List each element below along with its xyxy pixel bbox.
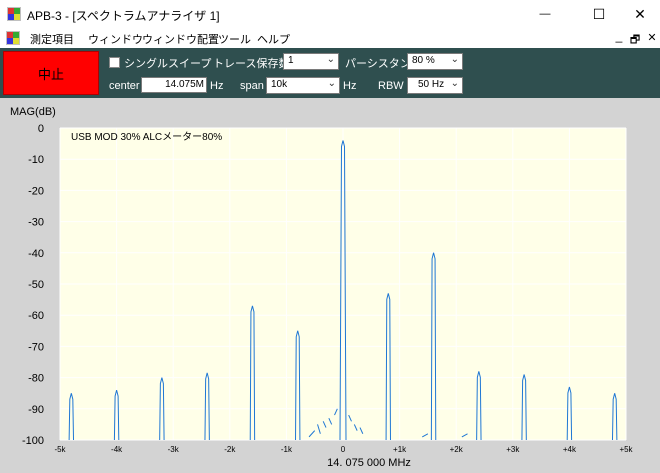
close-button[interactable]: ✕ bbox=[617, 0, 660, 28]
mdi-minimize-button[interactable]: _ bbox=[612, 29, 626, 43]
rbw-label: RBW bbox=[378, 80, 404, 92]
y-tick-label: -40 bbox=[28, 248, 44, 260]
annotation-text: USB MOD 30% ALCメーター80% bbox=[71, 131, 222, 143]
y-axis-label: MAG(dB) bbox=[10, 106, 56, 118]
close-icon: ✕ bbox=[634, 5, 646, 22]
child-window-icon[interactable] bbox=[6, 31, 20, 45]
y-tick-label: -50 bbox=[28, 279, 44, 291]
trace-count-value: 1 bbox=[288, 55, 294, 66]
spectrum-chart: 0 -10 -20 -30 -40 -50 -60 -70 -80 -90 -100 -5k -4k -3… bbox=[10, 106, 634, 469]
plot-region: 0 -10 -20 -30 -40 -50 -60 -70 -80 -90 -100 -5k -4k -3… bbox=[0, 98, 660, 473]
y-tick-label: -60 bbox=[28, 310, 44, 322]
x-tick-label: +1k bbox=[393, 445, 407, 454]
span-dropdown[interactable]: 10k ⌄ bbox=[266, 77, 340, 94]
x-tick-label: -1k bbox=[281, 445, 293, 454]
maximize-icon: ☐ bbox=[592, 5, 606, 22]
center-unit: Hz bbox=[210, 80, 224, 92]
stop-button[interactable]: 中止 bbox=[3, 51, 99, 95]
application-window: APB-3 - [スペクトラムアナライザ 1] — ☐ ✕ 測定項目 ウィンドウ… bbox=[0, 0, 660, 473]
title-bar[interactable]: APB-3 - [スペクトラムアナライザ 1] — ☐ ✕ bbox=[0, 0, 660, 28]
x-tick-label: -3k bbox=[168, 445, 180, 454]
menu-item-window[interactable]: ウィンドウ bbox=[88, 31, 143, 47]
menu-item-window-layout[interactable]: ウィンドウ配置 bbox=[142, 31, 219, 47]
minimize-button[interactable]: — bbox=[522, 0, 568, 28]
app-icon bbox=[7, 7, 21, 21]
menu-item-measure[interactable]: 測定項目 bbox=[30, 31, 74, 47]
y-tick-label: 0 bbox=[38, 123, 44, 135]
x-tick-label: +4k bbox=[563, 445, 577, 454]
rbw-dropdown[interactable]: 50 Hz ⌄ bbox=[407, 77, 463, 94]
menu-item-help[interactable]: ヘルプ bbox=[257, 31, 290, 47]
mdi-close-button[interactable]: ✕ bbox=[645, 31, 659, 44]
x-axis-label: 14. 075 000 MHz bbox=[327, 457, 411, 469]
y-tick-label: -20 bbox=[28, 185, 44, 197]
window-title: APB-3 - [スペクトラムアナライザ 1] bbox=[27, 9, 220, 23]
menu-item-tools[interactable]: ツール bbox=[218, 31, 251, 47]
persistence-value: 80 % bbox=[412, 55, 435, 66]
single-sweep-label: シングルスイープ bbox=[124, 58, 212, 70]
y-tick-label: -30 bbox=[28, 217, 44, 229]
y-tick-label: -100 bbox=[22, 435, 44, 447]
span-value: 10k bbox=[271, 79, 288, 90]
chevron-down-icon: ⌄ bbox=[450, 54, 459, 65]
y-tick-label: -70 bbox=[28, 341, 44, 353]
trace-count-label: トレース保存数 bbox=[213, 58, 290, 70]
x-tick-label: +3k bbox=[506, 445, 520, 454]
single-sweep-checkbox[interactable] bbox=[109, 57, 120, 68]
span-label: span bbox=[240, 80, 264, 92]
maximize-button[interactable]: ☐ bbox=[576, 0, 622, 28]
x-tick-label: -2k bbox=[224, 445, 236, 454]
rbw-value: 50 Hz bbox=[418, 79, 445, 90]
y-tick-label: -80 bbox=[28, 373, 44, 385]
persistence-dropdown[interactable]: 80 % ⌄ bbox=[407, 53, 463, 70]
minimize-icon: — bbox=[539, 8, 551, 20]
trace-count-dropdown[interactable]: 1 ⌄ bbox=[283, 53, 339, 70]
x-tick-label: +2k bbox=[450, 445, 464, 454]
x-tick-label: -5k bbox=[54, 445, 66, 454]
x-tick-label: -4k bbox=[111, 445, 123, 454]
center-label: center bbox=[109, 80, 140, 92]
span-unit: Hz bbox=[343, 80, 357, 92]
chevron-down-icon: ⌄ bbox=[327, 78, 336, 89]
center-frequency-input[interactable]: 14.075M bbox=[141, 77, 207, 93]
x-tick-label: +5k bbox=[619, 445, 633, 454]
chevron-down-icon: ⌄ bbox=[450, 78, 459, 89]
y-tick-label: -90 bbox=[28, 404, 44, 416]
control-panel: 中止 シングルスイープ トレース保存数 1 ⌄ パーシスタンス 80 % ⌄ c… bbox=[0, 48, 660, 98]
x-tick-label: 0 bbox=[341, 445, 346, 454]
chevron-down-icon: ⌄ bbox=[326, 54, 335, 65]
menu-bar: 測定項目 ウィンドウ ウィンドウ配置 ツール ヘルプ bbox=[0, 28, 660, 48]
y-tick-label: -10 bbox=[28, 154, 44, 166]
